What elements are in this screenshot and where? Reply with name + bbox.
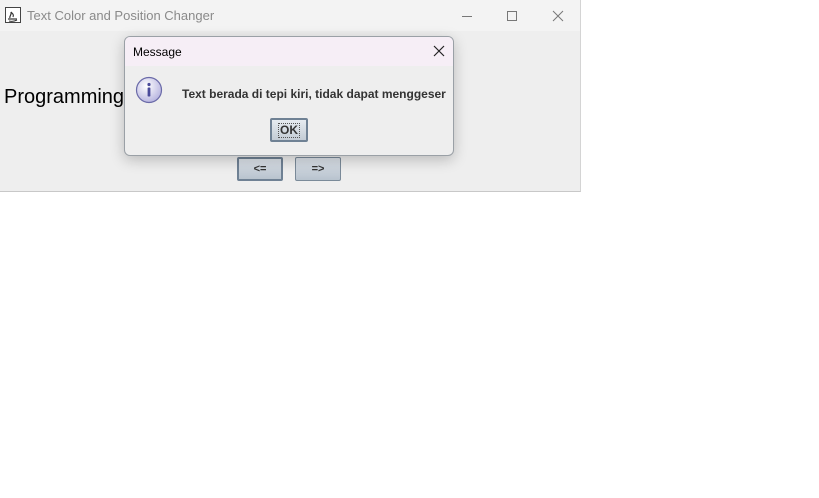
ok-button-label: OK — [278, 122, 300, 138]
minimize-button[interactable] — [444, 0, 490, 31]
close-window-button[interactable] — [535, 0, 581, 31]
dialog-title: Message — [133, 45, 182, 59]
dialog-close-icon[interactable] — [431, 43, 447, 59]
move-left-button[interactable]: <= — [237, 157, 283, 181]
info-icon — [135, 76, 163, 104]
move-right-button[interactable]: => — [295, 157, 341, 181]
dialog-message: Text berada di tepi kiri, tidak dapat me… — [182, 87, 446, 101]
window-title: Text Color and Position Changer — [27, 8, 215, 23]
maximize-icon — [507, 10, 517, 21]
ok-button[interactable]: OK — [270, 118, 308, 142]
maximize-button[interactable] — [489, 0, 535, 31]
programming-label: Programming — [4, 86, 125, 108]
dialog-title-bar[interactable]: Message — [125, 37, 453, 66]
java-app-icon — [5, 7, 21, 23]
close-icon — [552, 10, 564, 21]
title-bar[interactable]: Text Color and Position Changer — [0, 0, 580, 31]
message-dialog: Message Text berada di tepi kiri, tidak … — [124, 36, 454, 156]
minimize-icon — [462, 15, 472, 17]
